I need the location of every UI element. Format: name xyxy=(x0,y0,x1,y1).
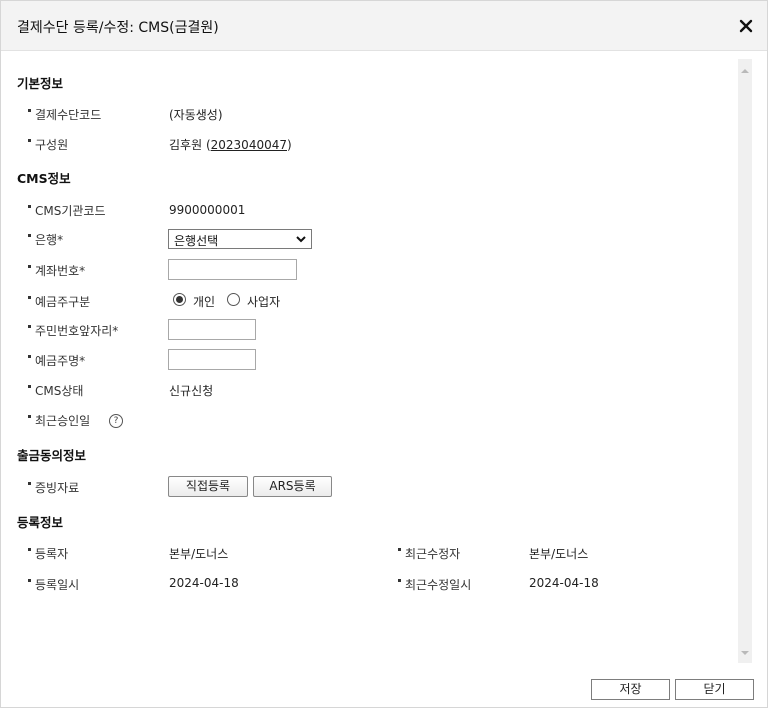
chevron-down-icon xyxy=(296,236,306,243)
registered-at-value: 2024-04-18 xyxy=(169,576,239,590)
last-modifier-label: 최근수정자 xyxy=(397,547,461,561)
cms-status-value: 신규신청 xyxy=(169,384,214,398)
cms-dialog: 결제수단 등록/수정: CMS(금결원) 기본정보 결제수단코드 (자동생성) … xyxy=(0,0,768,708)
close-icon xyxy=(739,19,753,33)
holder-type-personal-label[interactable]: 개인 xyxy=(193,293,215,310)
section-title-cms: CMS정보 xyxy=(17,171,71,186)
bank-label: 은행* xyxy=(27,233,64,247)
registrant-label: 등록자 xyxy=(27,547,69,561)
dialog-title: 결제수단 등록/수정: CMS(금결원) xyxy=(17,20,219,36)
account-number-label: 계좌번호* xyxy=(27,264,86,278)
section-title-basic: 기본정보 xyxy=(17,76,64,91)
ssn-front-input[interactable] xyxy=(168,319,256,340)
dialog-titlebar: 결제수단 등록/수정: CMS(금결원) xyxy=(1,1,767,51)
section-title-consent: 출금동의정보 xyxy=(17,448,87,463)
last-modifier-value: 본부/도너스 xyxy=(529,547,589,561)
member-name: 김후원 xyxy=(169,138,203,152)
section-title-registration: 등록정보 xyxy=(17,515,64,530)
close-button[interactable] xyxy=(735,15,757,37)
registered-at-label: 등록일시 xyxy=(27,578,80,592)
help-icon[interactable]: ? xyxy=(109,414,123,428)
save-button[interactable]: 저장 xyxy=(591,679,670,700)
ars-register-button[interactable]: ARS등록 xyxy=(253,476,332,497)
holder-type-business-label[interactable]: 사업자 xyxy=(247,293,280,310)
payment-code-value: (자동생성) xyxy=(169,108,223,122)
cms-org-code-label: CMS기관코드 xyxy=(28,204,106,218)
cms-status-label: CMS상태 xyxy=(27,384,84,398)
evidence-label: 증빙자료 xyxy=(27,481,80,495)
last-approved-label: 최근승인일 xyxy=(27,414,91,428)
account-number-input[interactable] xyxy=(168,259,297,280)
last-modified-at-label: 최근수정일시 xyxy=(397,578,472,592)
content-scrollbar[interactable] xyxy=(738,59,752,663)
close-dialog-button[interactable]: 닫기 xyxy=(675,679,754,700)
payment-code-label: 결제수단코드 xyxy=(27,108,102,122)
holder-name-label: 예금주명* xyxy=(27,354,86,368)
member-id-close: ) xyxy=(287,138,292,152)
holder-type-label: 예금주구분 xyxy=(27,295,91,309)
holder-type-radio-personal[interactable] xyxy=(173,293,186,306)
holder-name-input[interactable] xyxy=(168,349,256,370)
ssn-front-label: 주민번호앞자리* xyxy=(27,324,119,338)
direct-register-button[interactable]: 직접등록 xyxy=(168,476,248,497)
scroll-down-icon[interactable] xyxy=(741,649,749,657)
member-id-link[interactable]: 2023040047 xyxy=(211,138,287,152)
registrant-value: 본부/도너스 xyxy=(169,547,229,561)
cms-org-code-value: 9900000001 xyxy=(169,203,246,217)
last-modified-at-value: 2024-04-18 xyxy=(529,576,599,590)
holder-type-radio-business[interactable] xyxy=(227,293,240,306)
member-label: 구성원 xyxy=(27,138,69,152)
member-value: 김후원 (2023040047) xyxy=(169,136,292,153)
bank-select[interactable]: 은행선택 xyxy=(168,229,312,249)
bank-select-value: 은행선택 xyxy=(174,234,219,248)
scroll-up-icon[interactable] xyxy=(741,67,749,75)
